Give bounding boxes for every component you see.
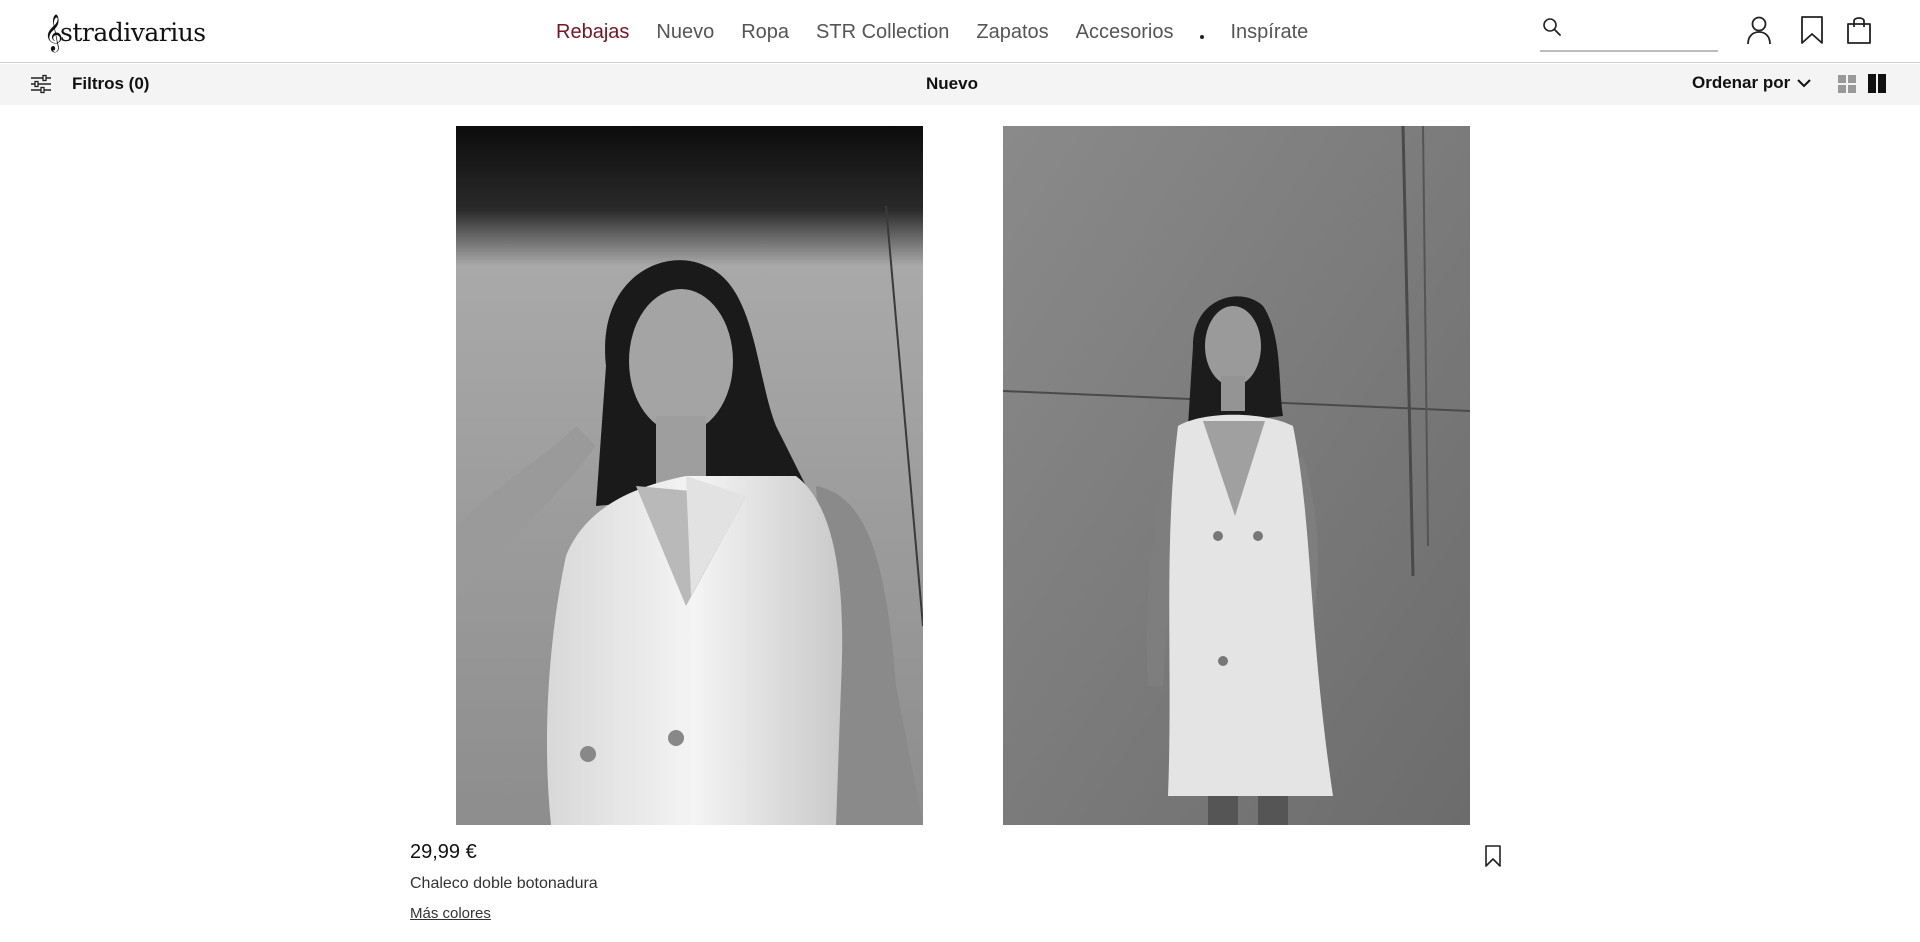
bookmark-icon[interactable]: [1797, 14, 1827, 46]
brand-name: stradivarius: [60, 18, 206, 47]
search-box: [1540, 14, 1718, 52]
nav-item-nuevo[interactable]: Nuevo: [656, 21, 714, 44]
sort-button[interactable]: Ordenar por: [1692, 73, 1812, 93]
nav-item-accesorios[interactable]: Accesorios: [1076, 21, 1174, 44]
main-nav: Rebajas Nuevo Ropa STR Collection Zapato…: [556, 18, 1335, 46]
dot-icon: [1200, 35, 1205, 39]
site-header: 𝄞 stradivarius Rebajas Nuevo Ropa STR Co…: [0, 0, 1920, 63]
sort-label: Ordenar por: [1692, 73, 1791, 92]
more-colors-link[interactable]: Más colores: [410, 905, 491, 922]
filter-bar: Filtros (0) Nuevo Ordenar por: [0, 64, 1920, 105]
search-input[interactable]: [1570, 20, 1716, 44]
page-title: Nuevo: [926, 74, 978, 93]
nav-item-zapatos[interactable]: Zapatos: [976, 21, 1048, 44]
product-name[interactable]: Chaleco doble botonadura: [410, 875, 598, 893]
nav-item-inspirate[interactable]: Inspírate: [1230, 21, 1308, 44]
grid-small-icon[interactable]: [1838, 75, 1856, 97]
user-icon[interactable]: [1744, 14, 1774, 46]
nav-item-str-collection[interactable]: STR Collection: [816, 21, 949, 44]
brand-logo[interactable]: 𝄞 stradivarius: [44, 12, 206, 52]
product-image-full[interactable]: [1003, 126, 1470, 825]
shopping-bag-icon[interactable]: [1844, 14, 1874, 46]
product-price: 29,99 €: [410, 841, 477, 863]
product-image-front[interactable]: [456, 126, 923, 825]
chevron-down-icon: [1797, 79, 1811, 88]
search-icon[interactable]: [1542, 17, 1562, 37]
nav-item-ropa[interactable]: Ropa: [741, 21, 789, 44]
nav-item-rebajas[interactable]: Rebajas: [556, 21, 629, 44]
bookmark-icon[interactable]: [1483, 844, 1503, 868]
grid-large-icon[interactable]: [1868, 74, 1886, 97]
